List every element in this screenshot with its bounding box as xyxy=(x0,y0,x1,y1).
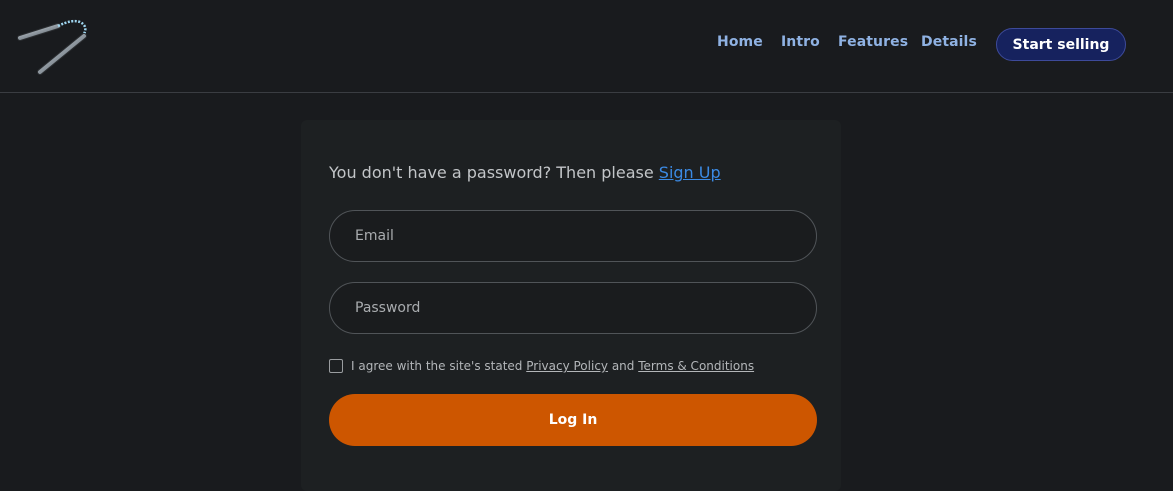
agree-middle: and xyxy=(608,359,639,373)
nav-details-link[interactable]: Details xyxy=(921,34,977,50)
signup-link[interactable]: Sign Up xyxy=(659,163,721,182)
signup-prompt: You don't have a password? Then please S… xyxy=(329,163,721,182)
start-selling-button[interactable]: Start selling xyxy=(996,28,1126,61)
log-in-button[interactable]: Log In xyxy=(329,394,817,446)
nav-home-link[interactable]: Home xyxy=(717,34,763,50)
signup-prompt-text: You don't have a password? Then please xyxy=(329,163,659,182)
site-header: Home Intro Features Details Start sellin… xyxy=(0,0,1173,93)
terms-agreement-row: I agree with the site's stated Privacy P… xyxy=(329,358,754,374)
terms-conditions-link[interactable]: Terms & Conditions xyxy=(638,359,754,373)
agree-prefix: I agree with the site's stated xyxy=(351,359,527,373)
password-field[interactable] xyxy=(329,282,817,334)
agree-text: I agree with the site's stated Privacy P… xyxy=(351,359,754,373)
privacy-policy-link[interactable]: Privacy Policy xyxy=(526,359,608,373)
agree-checkbox[interactable] xyxy=(329,359,343,373)
nav-features-link[interactable]: Features xyxy=(838,34,908,50)
page: Home Intro Features Details Start sellin… xyxy=(0,0,1173,491)
nunchaku-icon[interactable] xyxy=(14,16,92,78)
nav-intro-link[interactable]: Intro xyxy=(781,34,820,50)
login-card: You don't have a password? Then please S… xyxy=(301,120,841,491)
email-field[interactable] xyxy=(329,210,817,262)
